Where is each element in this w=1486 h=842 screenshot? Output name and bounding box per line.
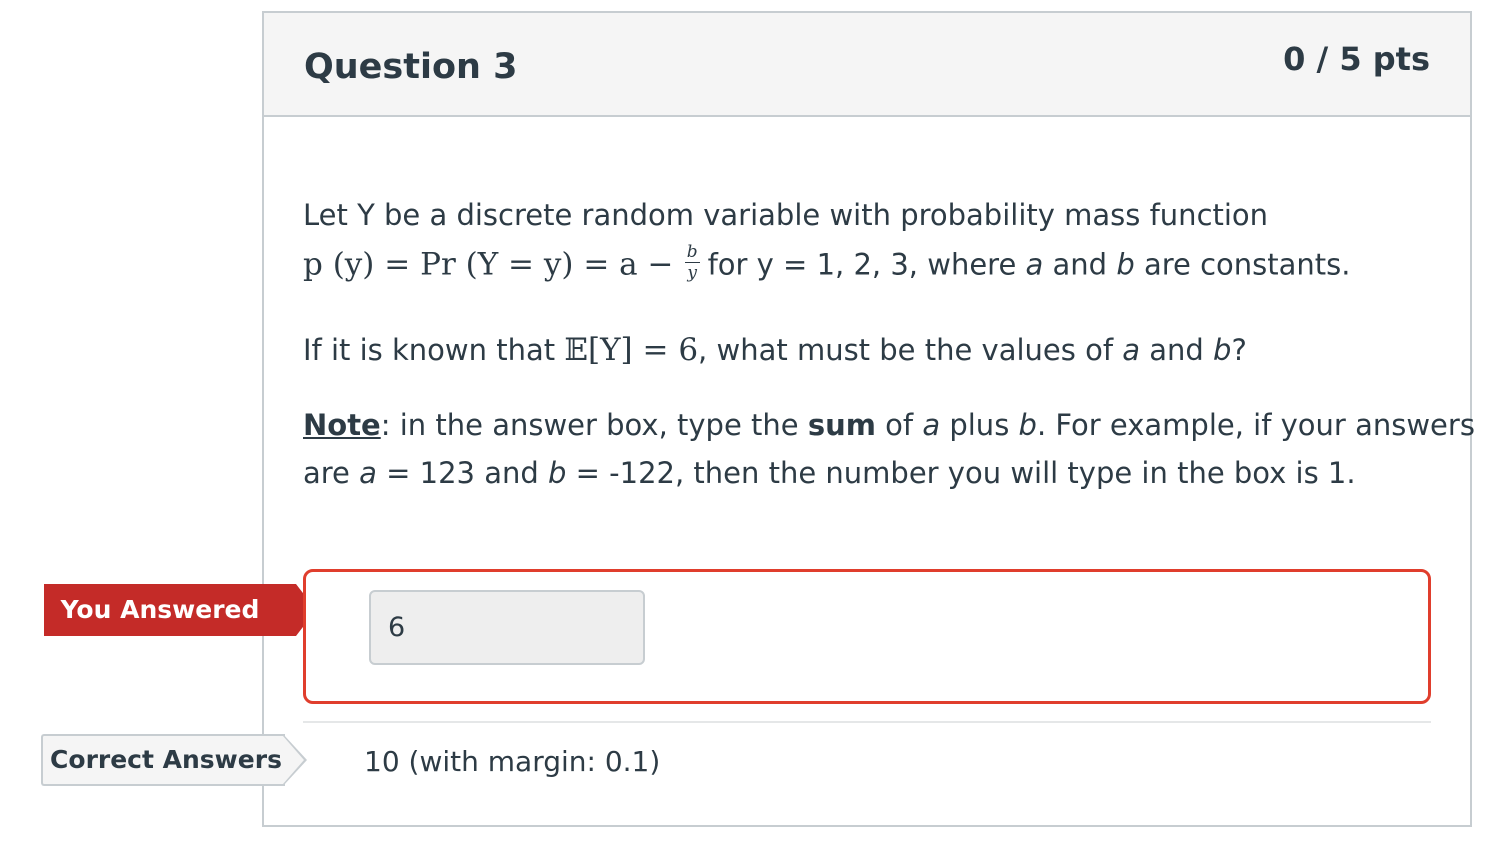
example-a-value: = 123 and bbox=[376, 456, 548, 490]
var-a: a bbox=[922, 408, 941, 442]
are-text: are bbox=[303, 456, 360, 490]
var-a: a bbox=[1122, 333, 1141, 367]
note-line-2: are a = 123 and b = -122, then the numbe… bbox=[303, 456, 1356, 490]
expectation-formula: 𝔼[Y] = 6 bbox=[564, 332, 699, 368]
var-a: a bbox=[1025, 247, 1044, 282]
correct-answers-flag: Correct Answers bbox=[41, 734, 307, 786]
constants-text: are constants. bbox=[1134, 247, 1351, 282]
known-text: If it is known that bbox=[303, 333, 565, 367]
you-answered-flag: You Answered bbox=[44, 584, 316, 636]
var-b: b bbox=[548, 456, 567, 490]
var-b: b bbox=[1018, 408, 1037, 442]
var-b: b bbox=[1213, 333, 1232, 367]
question-mark: ? bbox=[1231, 333, 1247, 367]
answer-divider bbox=[303, 721, 1431, 723]
answer-box: 6 bbox=[303, 569, 1431, 704]
question-line-1: Let Y be a discrete random variable with… bbox=[303, 198, 1269, 232]
example-b-value: = -122, then the number you will type in… bbox=[566, 456, 1356, 490]
correct-answer-value: 10 (with margin: 0.1) bbox=[364, 745, 661, 778]
and-text: and bbox=[1043, 247, 1117, 282]
question-line-2: p (y) = Pr (Y = y) = a − b y for y = 1, 2,… bbox=[303, 242, 1351, 287]
question-line-3: If it is known that 𝔼[Y] = 6, what must … bbox=[303, 332, 1247, 368]
question-points: 0 / 5 pts bbox=[1283, 40, 1430, 78]
sum-text: sum bbox=[807, 408, 876, 442]
question-header: Question 3 0 / 5 pts bbox=[264, 13, 1470, 117]
note-label: Note bbox=[303, 408, 381, 442]
fraction-denominator: y bbox=[687, 263, 697, 283]
note-text: : in the answer box, type the bbox=[380, 408, 808, 442]
and-text: and bbox=[1140, 333, 1214, 367]
fraction-numerator: b bbox=[684, 242, 700, 263]
of-text: of bbox=[875, 408, 923, 442]
var-a: a bbox=[359, 456, 377, 490]
you-answered-label: You Answered bbox=[60, 595, 260, 624]
correct-answers-label: Correct Answers bbox=[50, 745, 282, 774]
example-text: . For example, if your answers bbox=[1036, 408, 1475, 442]
answer-input[interactable]: 6 bbox=[369, 590, 645, 665]
fraction-b-over-y: by bbox=[684, 242, 700, 283]
support-text: for y = 1, 2, 3, where bbox=[707, 247, 1026, 282]
pmf-formula: p (y) = Pr (Y = y) = a − bbox=[303, 246, 674, 283]
plus-text: plus bbox=[940, 408, 1019, 442]
question-title: Question 3 bbox=[304, 47, 518, 87]
note-line-1: Note: in the answer box, type the sum of… bbox=[303, 408, 1475, 442]
values-text: , what must be the values of bbox=[698, 333, 1123, 367]
var-b: b bbox=[1116, 247, 1135, 282]
